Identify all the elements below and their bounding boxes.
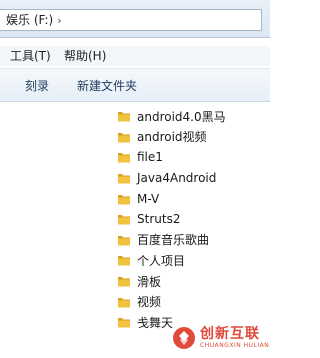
address-path: 娱乐 (F:) (6, 13, 54, 27)
file-list-item[interactable]: Java4Android (117, 168, 270, 189)
file-list-item[interactable]: 百度音乐歌曲 (117, 230, 270, 251)
file-list: android4.0黑马 android视频 file1 Java4Android M-… (117, 106, 270, 333)
burn-button[interactable]: 刻录 (25, 77, 49, 94)
menu-bar: 工具(T) 帮助(H) (0, 46, 270, 66)
file-list-item[interactable]: 视频 (117, 291, 270, 312)
file-name: 滑板 (137, 274, 162, 289)
file-list-item[interactable]: android视频 (117, 127, 270, 148)
file-name: 个人项目 (137, 253, 186, 268)
folder-icon (118, 174, 130, 184)
folder-icon (118, 215, 130, 225)
file-list-item[interactable]: file1 (117, 147, 270, 168)
file-name: 百度音乐歌曲 (137, 233, 210, 248)
folder-icon (118, 297, 130, 308)
folder-icon (118, 153, 130, 163)
file-list-item[interactable]: Struts2 (117, 209, 270, 230)
watermark-subtitle: CHUANGXIN HULIAN (200, 342, 270, 349)
folder-icon (118, 132, 130, 143)
address-field[interactable]: 娱乐 (F:) › (0, 9, 262, 31)
folder-icon (118, 235, 130, 246)
command-bar: 刻录 新建文件夹 (0, 68, 270, 102)
folder-icon (118, 194, 130, 205)
file-name: M-V (137, 191, 160, 206)
menu-tools[interactable]: 工具(T) (10, 48, 51, 64)
file-name: android4.0黑马 (137, 109, 226, 124)
folder-icon (118, 112, 130, 122)
file-name: 视频 (137, 295, 162, 310)
folder-icon (118, 318, 130, 328)
file-name: android视频 (137, 130, 207, 145)
watermark-logo-icon (173, 327, 195, 349)
folder-icon (118, 256, 130, 266)
file-list-item[interactable]: M-V (117, 188, 270, 209)
watermark: 创新互联 CHUANGXIN HULIAN (172, 318, 270, 358)
file-name: 戋舞天 (137, 315, 174, 330)
file-list-item[interactable]: android4.0黑马 (117, 106, 270, 127)
address-chevron-icon[interactable]: › (57, 11, 61, 31)
watermark-title: 创新互联 (200, 326, 260, 342)
address-bar: 娱乐 (F:) › (0, 0, 270, 38)
file-name: Java4Android (137, 171, 217, 186)
new-folder-button[interactable]: 新建文件夹 (77, 77, 137, 94)
folder-icon (118, 277, 130, 287)
file-name: file1 (137, 150, 163, 165)
file-list-item[interactable]: 滑板 (117, 271, 270, 292)
file-list-item[interactable]: 个人项目 (117, 250, 270, 271)
file-name: Struts2 (137, 212, 181, 227)
menu-help[interactable]: 帮助(H) (64, 48, 106, 64)
